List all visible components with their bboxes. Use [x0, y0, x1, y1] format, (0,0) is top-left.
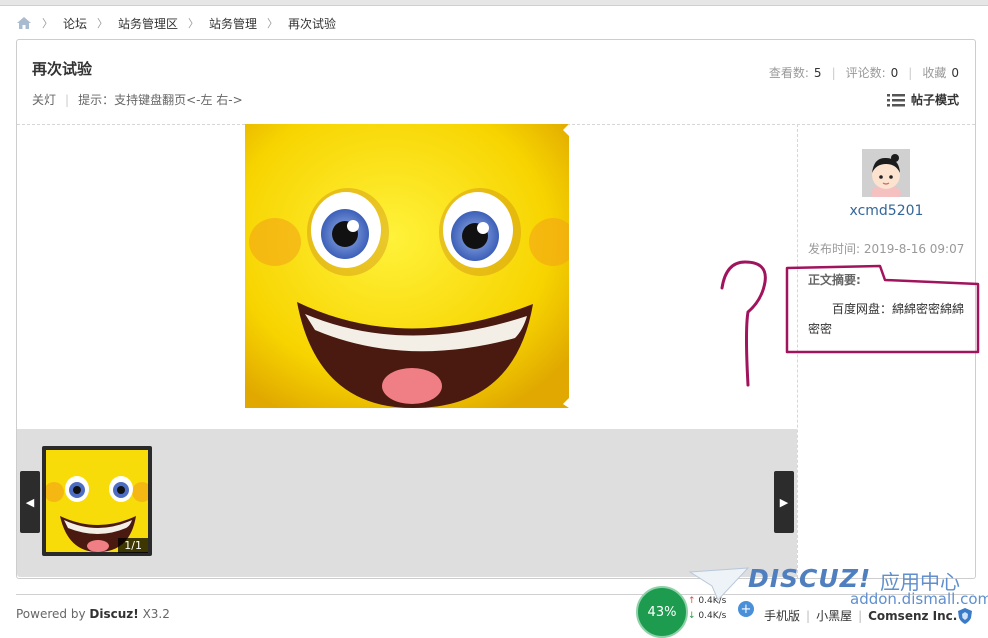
main-photo[interactable]	[245, 124, 569, 408]
powered-version: X3.2	[142, 607, 170, 621]
footer-links: 手机版 | 小黑屋 | Comsenz Inc.	[764, 607, 957, 624]
breadcrumb: 〉 论坛 〉 站务管理区 〉 站务管理 〉 再次试验	[16, 14, 336, 32]
prev-button[interactable]: ◀	[20, 471, 40, 533]
summary-text: 百度网盘：綿綿密密綿綿密密	[808, 302, 965, 336]
divider	[797, 124, 798, 578]
breadcrumb-admin-area[interactable]: 站务管理区	[118, 15, 178, 32]
divider: |	[806, 608, 811, 623]
chevron-right-icon: ▶	[779, 495, 789, 509]
views-label: 查看数:	[768, 66, 809, 80]
breadcrumb-separator: 〉	[188, 17, 200, 30]
thumbnail-strip: ◀ 1/1 ▶	[17, 429, 797, 577]
divider: |	[858, 608, 863, 623]
summary-label: 正文摘要:	[808, 273, 861, 287]
replies-count: 0	[890, 65, 899, 80]
footer-company[interactable]: Comsenz Inc.	[868, 609, 957, 623]
next-button[interactable]: ▶	[774, 471, 794, 533]
smiley-thumb	[46, 450, 148, 552]
breadcrumb-forum[interactable]: 论坛	[63, 15, 87, 32]
avatar[interactable]	[862, 149, 910, 201]
chevron-left-icon: ◀	[25, 495, 35, 509]
favorites-count: 0	[951, 65, 959, 80]
thumbnail-image	[46, 450, 148, 552]
breadcrumb-separator: 〉	[42, 17, 53, 30]
thread-title: 再次试验	[32, 60, 93, 78]
author-username[interactable]: xcmd5201	[798, 203, 975, 219]
thread-mode-label: 帖子模式	[910, 93, 959, 107]
breadcrumb-separator: 〉	[97, 17, 109, 30]
breadcrumb-admin[interactable]: 站务管理	[209, 15, 257, 32]
shield-icon	[958, 608, 972, 624]
keyboard-hint: 提示：支持键盘翻页<-左 右->	[78, 93, 243, 107]
home-icon[interactable]	[16, 16, 32, 30]
thread-toolbar: 关灯 | 提示：支持键盘翻页<-左 右->	[32, 91, 243, 108]
thread-stats: 查看数: 5 | 评论数: 0 | 收藏 0	[769, 64, 959, 81]
user-avatar-icon	[862, 149, 910, 201]
image-counter: 1/1	[118, 538, 148, 553]
album-panel: 再次试验 关灯 | 提示：支持键盘翻页<-左 右-> 查看数: 5 | 评论数:…	[16, 39, 976, 579]
divider: |	[65, 92, 70, 107]
speed-gauge[interactable]: 43%	[636, 586, 688, 638]
views-count: 5	[813, 65, 822, 80]
paper-plane-icon	[688, 567, 750, 601]
breadcrumb-current[interactable]: 再次试验	[288, 15, 336, 32]
thumbnail[interactable]: 1/1	[42, 446, 152, 556]
post-time: 发布时间: 2019-8-16 09:07	[808, 242, 965, 256]
powered-prefix: Powered by	[16, 607, 86, 621]
list-icon	[886, 93, 905, 106]
footer-link-mobile[interactable]: 手机版	[764, 607, 800, 624]
divider: |	[908, 65, 913, 80]
lights-off-link[interactable]: 关灯	[32, 91, 56, 108]
footer-link-blacklist[interactable]: 小黑屋	[816, 607, 852, 624]
watermark-url: addon.dismall.com	[850, 590, 988, 608]
replies-label: 评论数:	[845, 66, 886, 80]
thread-mode-button[interactable]: 帖子模式	[886, 91, 959, 108]
watermark-brand: DISCUZ!	[748, 564, 872, 593]
smiley-image	[245, 124, 569, 408]
breadcrumb-separator: 〉	[267, 17, 279, 30]
divider: |	[831, 65, 836, 80]
footer-rule	[16, 594, 974, 595]
powered-brand-link[interactable]: Discuz!	[89, 607, 138, 621]
download-arrow-icon: ↓	[688, 611, 696, 621]
top-border	[0, 0, 988, 6]
footer-powered: Powered by Discuz! X3.2	[16, 607, 170, 621]
download-speed: 0.4K/s	[698, 611, 727, 621]
plus-icon[interactable]: +	[738, 601, 754, 617]
favorites-label[interactable]: 收藏	[922, 64, 946, 81]
